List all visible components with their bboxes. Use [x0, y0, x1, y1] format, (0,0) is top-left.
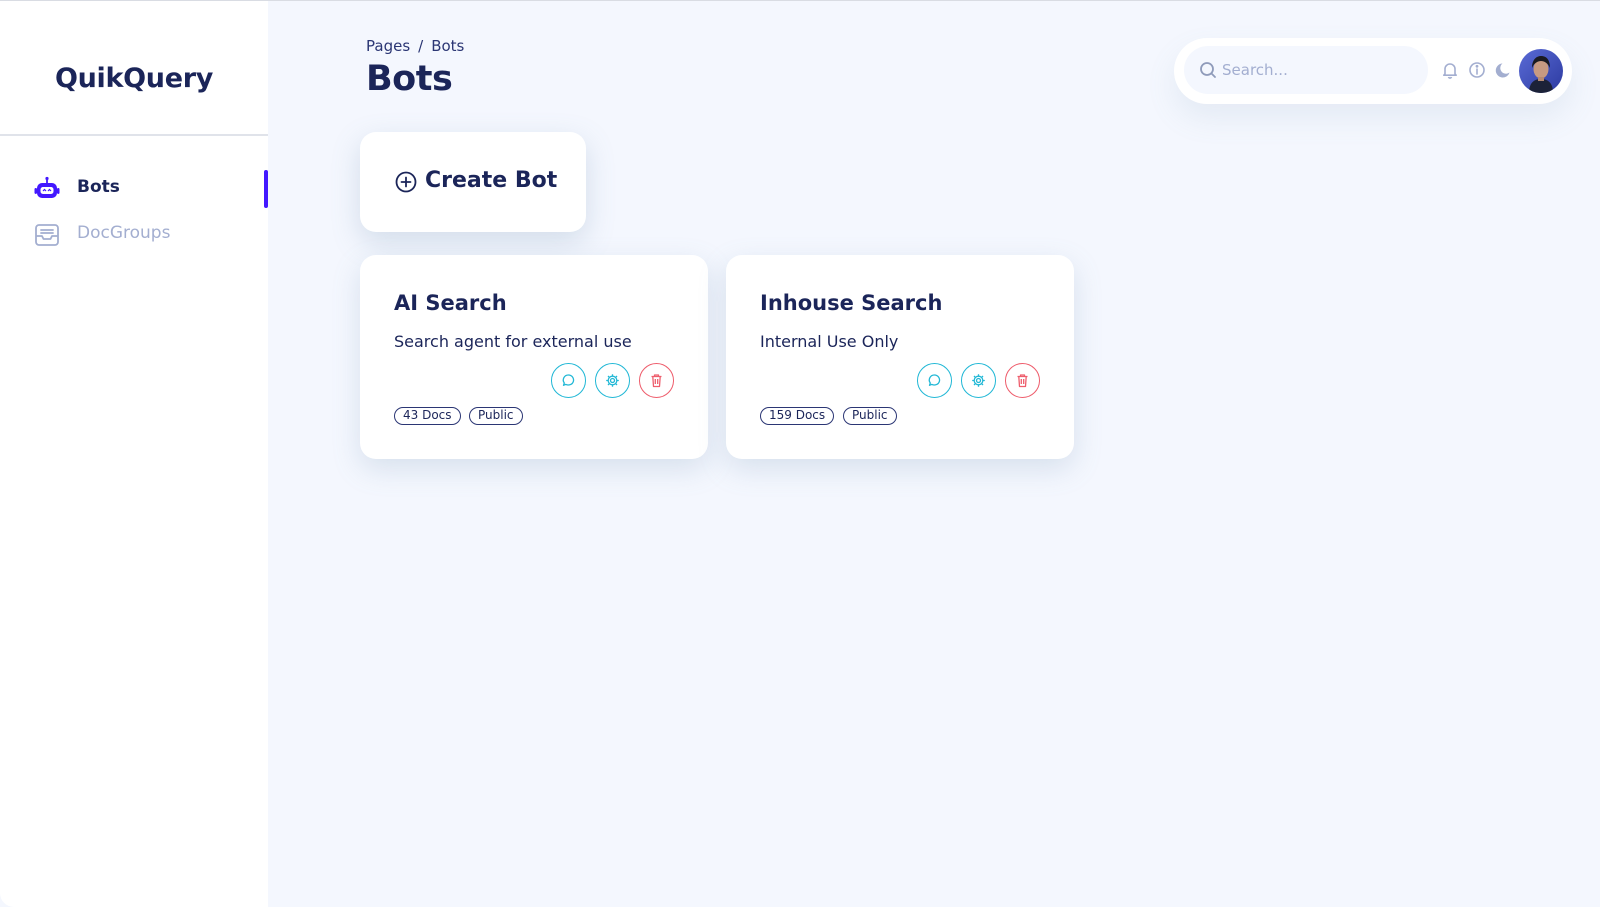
plus-circle-icon	[394, 170, 418, 194]
chat-icon	[928, 374, 941, 386]
settings-button[interactable]	[961, 363, 996, 398]
sidebar-item-docgroups[interactable]: DocGroups	[0, 213, 268, 255]
chat-button[interactable]	[917, 363, 952, 398]
bot-description: Search agent for external use	[394, 332, 632, 351]
sidebar-item-bots[interactable]: Bots	[0, 167, 268, 209]
search-icon	[1198, 60, 1218, 80]
bot-description: Internal Use Only	[760, 332, 899, 351]
sidebar: QuikQuery Bots DocGroups	[0, 1, 268, 907]
trash-icon	[1017, 374, 1028, 388]
avatar[interactable]	[1519, 49, 1563, 93]
docs-count-badge: 159 Docs	[760, 407, 835, 425]
chat-icon	[562, 374, 575, 386]
create-bot-label: Create Bot	[425, 168, 558, 193]
settings-button[interactable]	[595, 363, 630, 398]
search-box	[1184, 46, 1428, 94]
bot-card[interactable]: AI Search Search agent for external use …	[360, 255, 708, 459]
sidebar-item-label: Bots	[77, 177, 120, 197]
search-input[interactable]	[1222, 46, 1418, 94]
brand-logo: QuikQuery	[54, 63, 214, 94]
moon-icon[interactable]	[1494, 60, 1514, 80]
sidebar-item-label: DocGroups	[77, 223, 171, 243]
robot-icon	[33, 175, 61, 203]
chat-button[interactable]	[551, 363, 586, 398]
active-indicator	[264, 170, 268, 208]
visibility-badge: Public	[469, 407, 523, 425]
gear-icon	[609, 377, 616, 384]
breadcrumb: Pages / Bots	[366, 37, 464, 55]
page-title: Bots	[366, 59, 453, 99]
create-bot-button[interactable]: Create Bot	[360, 132, 586, 232]
docs-count-badge: 43 Docs	[394, 407, 461, 425]
info-icon[interactable]	[1467, 60, 1487, 80]
sidebar-divider	[0, 134, 268, 136]
bell-icon[interactable]	[1440, 60, 1460, 80]
inbox-icon	[33, 221, 61, 249]
breadcrumb-root[interactable]: Pages	[366, 37, 410, 55]
breadcrumb-separator: /	[418, 37, 424, 55]
breadcrumb-current: Bots	[431, 37, 465, 55]
bot-card[interactable]: Inhouse Search Internal Use Only 159 Doc…	[726, 255, 1074, 459]
bot-name: AI Search	[394, 291, 507, 315]
bot-name: Inhouse Search	[760, 291, 943, 315]
delete-button[interactable]	[639, 363, 674, 398]
visibility-badge: Public	[843, 407, 897, 425]
delete-button[interactable]	[1005, 363, 1040, 398]
gear-icon	[975, 377, 982, 384]
trash-icon	[651, 374, 662, 388]
top-toolbar	[1174, 38, 1572, 104]
app-window: QuikQuery Bots DocGroups Pages / Bots Bo…	[0, 0, 1600, 907]
